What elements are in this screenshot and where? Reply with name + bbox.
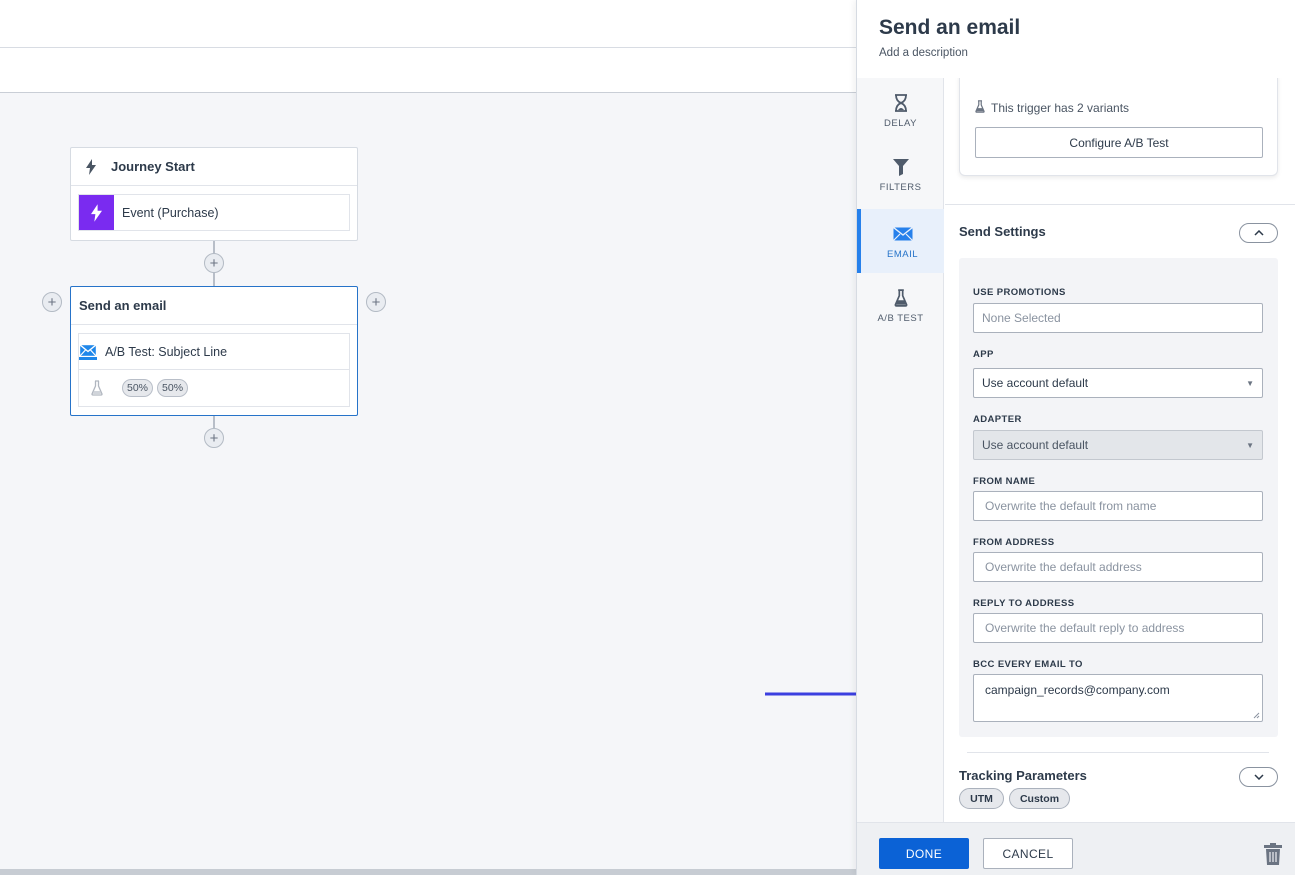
nav-ab-test-label: A/B TEST xyxy=(877,312,924,324)
resize-handle-icon[interactable] xyxy=(1253,712,1260,719)
send-email-header: Send an email xyxy=(71,287,357,325)
use-promotions-label: USE PROMOTIONS xyxy=(973,287,1066,298)
journey-start-node[interactable]: Journey Start Event (Purchase) xyxy=(70,147,358,241)
done-button[interactable]: DONE xyxy=(879,838,969,869)
add-description-link[interactable]: Add a description xyxy=(879,47,968,59)
panel-sidenav: DELAY FILTERS EMAIL A/B TEST xyxy=(857,78,944,822)
add-branch-right-button[interactable]: + xyxy=(366,292,386,312)
divider xyxy=(967,752,1269,753)
nav-delay[interactable]: DELAY xyxy=(857,78,944,142)
event-trigger-row[interactable]: Event (Purchase) xyxy=(78,194,350,231)
from-name-label: FROM NAME xyxy=(973,476,1036,487)
use-promotions-select[interactable]: None Selected xyxy=(973,303,1263,333)
journey-start-header: Journey Start xyxy=(71,148,357,186)
send-settings-title: Send Settings xyxy=(959,224,1046,239)
nav-filters-label: FILTERS xyxy=(879,181,922,193)
ab-test-card: This trigger has 2 variants Configure A/… xyxy=(959,78,1278,176)
trash-icon[interactable] xyxy=(1264,843,1282,870)
email-step-label: A/B Test: Subject Line xyxy=(105,344,228,359)
cancel-button[interactable]: CANCEL xyxy=(983,838,1073,869)
caret-down-icon: ▼ xyxy=(1246,440,1254,450)
app-select-value: Use account default xyxy=(982,376,1089,390)
tracking-tag-custom[interactable]: Custom xyxy=(1009,788,1070,809)
tracking-params-title: Tracking Parameters xyxy=(959,768,1087,783)
add-step-button[interactable]: + xyxy=(204,428,224,448)
bolt-icon xyxy=(79,195,114,230)
event-label: Event (Purchase) xyxy=(122,205,219,220)
app-select[interactable]: Use account default ▼ xyxy=(973,368,1263,398)
flask-icon xyxy=(975,100,985,116)
nav-filters[interactable]: FILTERS xyxy=(857,142,944,206)
sub-toolbar xyxy=(0,48,856,93)
variants-info: This trigger has 2 variants xyxy=(975,100,1129,116)
top-toolbar xyxy=(0,0,856,48)
journey-start-title: Journey Start xyxy=(111,159,195,174)
collapse-send-settings-button[interactable] xyxy=(1239,223,1278,243)
flask-icon xyxy=(894,287,908,309)
send-email-node[interactable]: Send an email A/B Test: Subject Line 50%… xyxy=(70,286,358,416)
variants-text: This trigger has 2 variants xyxy=(991,101,1130,115)
chevron-up-icon xyxy=(1253,230,1264,236)
envelope-icon xyxy=(892,223,913,245)
nav-email-label: EMAIL xyxy=(886,248,918,260)
send-settings-form: USE PROMOTIONS None Selected APP Use acc… xyxy=(959,258,1278,737)
step-settings-panel: Send an email Add a description DELAY FI… xyxy=(856,0,1295,875)
hourglass-icon xyxy=(894,92,908,114)
adapter-select-value: Use account default xyxy=(982,438,1089,452)
connector-line xyxy=(213,416,215,428)
canvas-scrollbar[interactable] xyxy=(0,869,856,875)
email-step-box[interactable]: A/B Test: Subject Line 50% 50% xyxy=(78,333,350,407)
send-email-node-title: Send an email xyxy=(79,298,167,313)
from-address-input[interactable]: Overwrite the default address xyxy=(973,552,1263,582)
funnel-icon xyxy=(892,156,909,178)
split-badge: 50% xyxy=(122,379,154,397)
add-branch-left-button[interactable]: + xyxy=(42,292,62,312)
divider xyxy=(945,204,1295,205)
from-address-label: FROM ADDRESS xyxy=(973,537,1055,548)
panel-content[interactable]: This trigger has 2 variants Configure A/… xyxy=(945,78,1295,822)
chevron-down-icon xyxy=(1253,774,1264,780)
bolt-icon xyxy=(71,158,111,175)
panel-title: Send an email xyxy=(879,16,1021,39)
expand-tracking-button[interactable] xyxy=(1239,767,1278,787)
bcc-label: BCC EVERY EMAIL TO xyxy=(973,659,1083,670)
split-badge: 50% xyxy=(157,379,189,397)
from-name-input[interactable]: Overwrite the default from name xyxy=(973,491,1263,521)
configure-ab-test-button[interactable]: Configure A/B Test xyxy=(975,127,1263,158)
nav-delay-label: DELAY xyxy=(884,117,917,129)
nav-email[interactable]: EMAIL xyxy=(857,209,944,273)
panel-footer: DONE CANCEL xyxy=(857,822,1295,875)
add-step-button[interactable]: + xyxy=(204,253,224,273)
adapter-label: ADAPTER xyxy=(973,414,1022,425)
bcc-value: campaign_records@company.com xyxy=(985,683,1170,697)
envelope-icon xyxy=(78,343,98,360)
bcc-textarea[interactable]: campaign_records@company.com xyxy=(973,674,1263,722)
tracking-tag-utm[interactable]: UTM xyxy=(959,788,1004,809)
reply-to-input[interactable]: Overwrite the default reply to address xyxy=(973,613,1263,643)
app-label: APP xyxy=(973,349,994,360)
caret-down-icon: ▼ xyxy=(1246,378,1254,388)
reply-to-label: REPLY TO ADDRESS xyxy=(973,598,1075,609)
flask-icon xyxy=(79,380,114,396)
nav-ab-test[interactable]: A/B TEST xyxy=(857,273,944,337)
adapter-select: Use account default ▼ xyxy=(973,430,1263,460)
